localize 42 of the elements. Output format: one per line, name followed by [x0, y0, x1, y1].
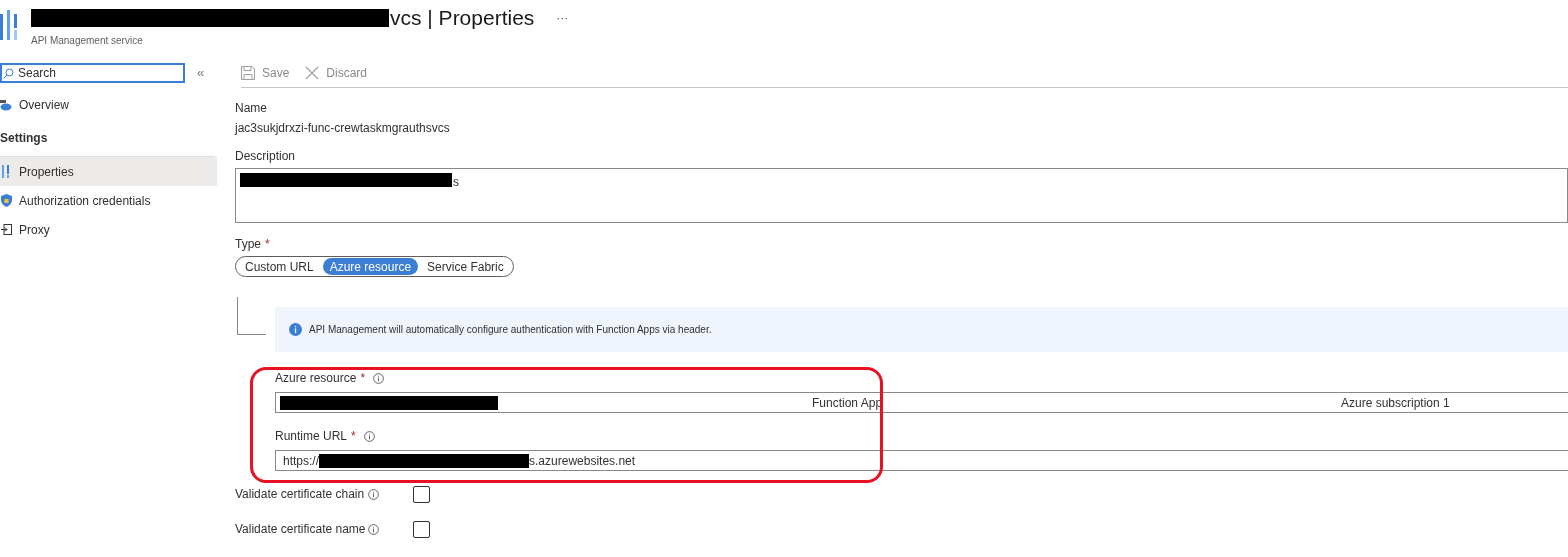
- nav-item[interactable]: Properties: [0, 157, 217, 186]
- required-mark: *: [351, 429, 356, 443]
- required-mark: *: [360, 371, 366, 385]
- type-option[interactable]: Service Fabric: [420, 258, 511, 275]
- field-label: Type *: [235, 236, 271, 253]
- save-icon: [241, 65, 255, 80]
- service-logo-icon: [0, 10, 19, 40]
- search-icon: [3, 68, 14, 79]
- shield-icon: [0, 194, 12, 207]
- page-title: vcs | Properties: [390, 5, 535, 32]
- collapse-button[interactable]: «: [197, 63, 205, 83]
- more-button[interactable]: ···: [556, 9, 569, 27]
- name-value: jac3sukjdrxzi-func-crewtaskmgrauthsvcs: [235, 120, 451, 137]
- runtime-url-field[interactable]: https:// s.azurewebsites.net: [275, 450, 1568, 471]
- page-subtitle: API Management service: [31, 34, 144, 48]
- connector-line: [237, 297, 266, 335]
- checkbox[interactable]: [413, 485, 430, 503]
- type-option[interactable]: Custom URL: [238, 258, 321, 275]
- description-field[interactable]: s: [235, 168, 1568, 223]
- sign-in-icon: [0, 224, 12, 235]
- close-icon: [305, 65, 320, 80]
- info-icon: [363, 430, 375, 442]
- info-icon: [289, 323, 302, 336]
- field-label: Azure resource *: [275, 370, 366, 387]
- nav-item[interactable]: Overview: [0, 90, 217, 119]
- info-text: API Management will automatically configure authentication with Function Apps via header.: [309, 323, 712, 337]
- checkbox[interactable]: [413, 520, 430, 538]
- checkbox-label: Validate certificate name: [235, 521, 367, 538]
- info-icon: [368, 523, 379, 535]
- type-option[interactable]: Azure resource: [322, 258, 419, 275]
- nav-item[interactable]: Authorization credentials: [0, 186, 217, 215]
- nav-item[interactable]: Proxy: [0, 215, 217, 244]
- checkbox-label: Validate certificate chain: [235, 486, 366, 503]
- info-icon: [368, 488, 379, 500]
- search-field[interactable]: Search: [0, 63, 185, 83]
- info-icon: [373, 372, 385, 384]
- required-mark: *: [265, 237, 270, 251]
- field-label: Runtime URL *: [275, 428, 356, 445]
- cloud-icon: [0, 98, 12, 111]
- field-label: Name: [235, 100, 268, 117]
- bars-icon: [2, 165, 10, 178]
- field-label: Description: [235, 148, 297, 165]
